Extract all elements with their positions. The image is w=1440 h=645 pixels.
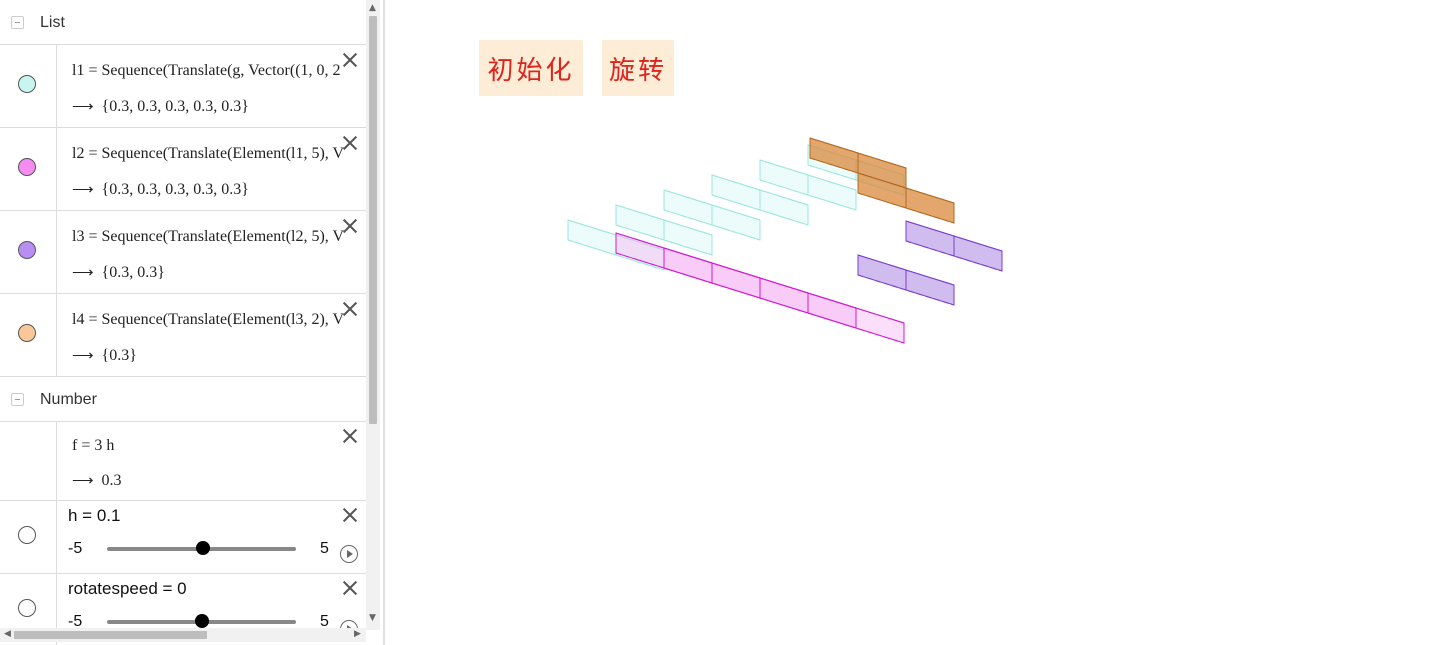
slider-label[interactable]: h = 0.1	[68, 506, 120, 526]
right-arrow-icon: ⟶	[72, 99, 94, 115]
box-face-front	[711, 204, 761, 241]
definition-text[interactable]: l3 = Sequence(Translate(Element(l2, 5), …	[72, 228, 344, 246]
visibility-toggle-icon[interactable]	[18, 158, 36, 176]
box-face-side	[857, 254, 907, 291]
right-arrow-icon: ⟶	[72, 265, 94, 281]
visibility-toggle-icon[interactable]	[18, 599, 36, 617]
output-value: ⟶ {0.3, 0.3, 0.3, 0.3, 0.3}	[72, 97, 249, 116]
box-face-front	[905, 187, 955, 224]
marble-column	[0, 128, 57, 210]
close-icon[interactable]	[341, 506, 359, 524]
output-value: ⟶ {0.3}	[72, 346, 137, 365]
close-icon[interactable]	[341, 579, 359, 597]
box-face-front	[759, 189, 809, 226]
list-item-l3[interactable]: l3 = Sequence(Translate(Element(l2, 5), …	[0, 211, 366, 294]
algebra-view: List l1 = Sequence(Translate(g, Vector((…	[0, 0, 366, 645]
visibility-toggle-icon[interactable]	[18, 526, 36, 544]
scroll-thumb[interactable]	[14, 631, 207, 639]
definition-text[interactable]: l4 = Sequence(Translate(Element(l3, 2), …	[72, 311, 344, 329]
visibility-toggle-icon[interactable]	[18, 241, 36, 259]
scroll-down-icon[interactable]: ▼	[369, 614, 376, 623]
output-text: {0.3, 0.3, 0.3, 0.3, 0.3}	[101, 181, 249, 198]
close-icon[interactable]	[341, 300, 359, 318]
group-header-number[interactable]: Number	[0, 377, 366, 422]
right-arrow-icon: ⟶	[72, 348, 94, 364]
scroll-thumb[interactable]	[369, 16, 377, 424]
box-face-side	[711, 174, 761, 211]
box-face-side	[759, 159, 809, 196]
list-item-l4[interactable]: l4 = Sequence(Translate(Element(l3, 2), …	[0, 294, 366, 377]
slider-handle[interactable]	[196, 541, 211, 555]
slider-handle[interactable]	[194, 614, 209, 628]
close-icon[interactable]	[341, 427, 359, 445]
play-icon[interactable]	[340, 545, 358, 563]
slider-min: -5	[68, 540, 83, 557]
box-face-front	[807, 174, 857, 211]
marble-column	[0, 501, 57, 573]
definition-text[interactable]: l2 = Sequence(Translate(Element(l1, 5), …	[72, 145, 344, 163]
slider-max: 5	[320, 540, 329, 557]
output-value: ⟶ {0.3, 0.3}	[72, 263, 165, 282]
box-face-side	[567, 219, 617, 256]
visibility-toggle-icon[interactable]	[18, 324, 36, 342]
marble-column	[0, 422, 57, 500]
slider-label[interactable]: rotatespeed = 0	[68, 579, 187, 599]
marble-column	[0, 211, 57, 293]
marble-column	[0, 294, 57, 376]
list-item-l1[interactable]: l1 = Sequence(Translate(g, Vector((1, 0,…	[0, 45, 366, 128]
output-text: {0.3, 0.3, 0.3, 0.3, 0.3}	[101, 98, 249, 115]
close-icon[interactable]	[341, 51, 359, 69]
marble-column	[0, 45, 57, 127]
group-header-list[interactable]: List	[0, 0, 366, 45]
box-face-side	[711, 262, 761, 299]
vertical-scrollbar[interactable]: ▲ ▼	[366, 0, 380, 630]
box-face-front	[905, 269, 955, 306]
graphics-3d-view[interactable]: 初始化 旋转	[385, 0, 1440, 645]
collapse-icon[interactable]	[11, 393, 24, 406]
output-text: {0.3, 0.3}	[101, 264, 165, 281]
slider-item-h[interactable]: h = 0.1 -5 5	[0, 501, 366, 574]
right-arrow-icon: ⟶	[72, 473, 94, 489]
close-icon[interactable]	[341, 217, 359, 235]
definition-text[interactable]: l1 = Sequence(Translate(g, Vector((1, 0,…	[72, 62, 341, 80]
box-face-front	[855, 307, 905, 344]
box-face-side	[663, 189, 713, 226]
output-text: {0.3}	[101, 347, 137, 364]
number-item-f[interactable]: f = 3 h ⟶ 0.3	[0, 422, 366, 501]
horizontal-scrollbar[interactable]: ◀ ▶	[0, 628, 366, 642]
box-face-side	[759, 277, 809, 314]
output-text: 0.3	[101, 472, 122, 489]
group-title-number: Number	[40, 391, 97, 408]
definition-text[interactable]: f = 3 h	[72, 437, 114, 455]
close-icon[interactable]	[341, 134, 359, 152]
scroll-right-icon[interactable]: ▶	[354, 629, 361, 639]
group-title-list: List	[40, 14, 65, 31]
list-item-l2[interactable]: l2 = Sequence(Translate(Element(l1, 5), …	[0, 128, 366, 211]
scroll-left-icon[interactable]: ◀	[4, 629, 11, 639]
box-face-side	[807, 292, 857, 329]
scroll-up-icon[interactable]: ▲	[369, 4, 376, 13]
output-value: ⟶ 0.3	[72, 471, 122, 490]
collapse-icon[interactable]	[11, 16, 24, 29]
box-face-front	[953, 235, 1003, 272]
box-face-side	[905, 220, 955, 257]
right-arrow-icon: ⟶	[72, 182, 94, 198]
output-value: ⟶ {0.3, 0.3, 0.3, 0.3, 0.3}	[72, 180, 249, 199]
3d-boxes-scene[interactable]	[385, 0, 1440, 645]
visibility-toggle-icon[interactable]	[18, 75, 36, 93]
